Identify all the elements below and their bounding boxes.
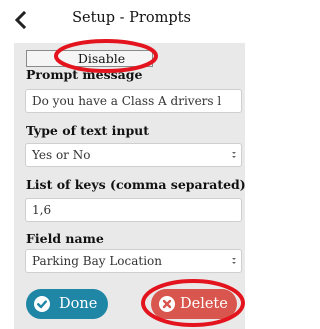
check-circle-icon bbox=[34, 296, 50, 312]
x-circle-icon bbox=[159, 296, 175, 312]
prompt-form-panel: Disable Prompt message Do you have a Cla… bbox=[14, 43, 246, 329]
done-button[interactable]: Done bbox=[26, 289, 108, 319]
done-button-label: Done bbox=[59, 296, 98, 312]
prompt-message-label: Prompt message bbox=[26, 67, 143, 82]
disable-button[interactable]: Disable bbox=[26, 50, 153, 67]
prompt-message-input[interactable]: Do you have a Class A drivers l bbox=[25, 89, 242, 113]
field-name-select[interactable]: Parking Bay Location bbox=[25, 249, 242, 273]
select-caret-icon bbox=[232, 258, 236, 264]
text-input-type-value: Yes or No bbox=[32, 148, 91, 162]
delete-button[interactable]: Delete bbox=[151, 289, 237, 319]
select-caret-icon bbox=[232, 152, 236, 158]
page-title: Setup - Prompts bbox=[72, 10, 191, 26]
field-name-label: Field name bbox=[26, 231, 104, 246]
delete-button-label: Delete bbox=[180, 296, 228, 312]
field-name-value: Parking Bay Location bbox=[32, 254, 163, 268]
text-input-type-label: Type of text input bbox=[26, 123, 150, 138]
keys-label: List of keys (comma separated) bbox=[26, 177, 246, 192]
text-input-type-select[interactable]: Yes or No bbox=[25, 143, 242, 167]
keys-input[interactable]: 1,6 bbox=[25, 198, 242, 222]
top-bar: Setup - Prompts bbox=[0, 0, 245, 40]
